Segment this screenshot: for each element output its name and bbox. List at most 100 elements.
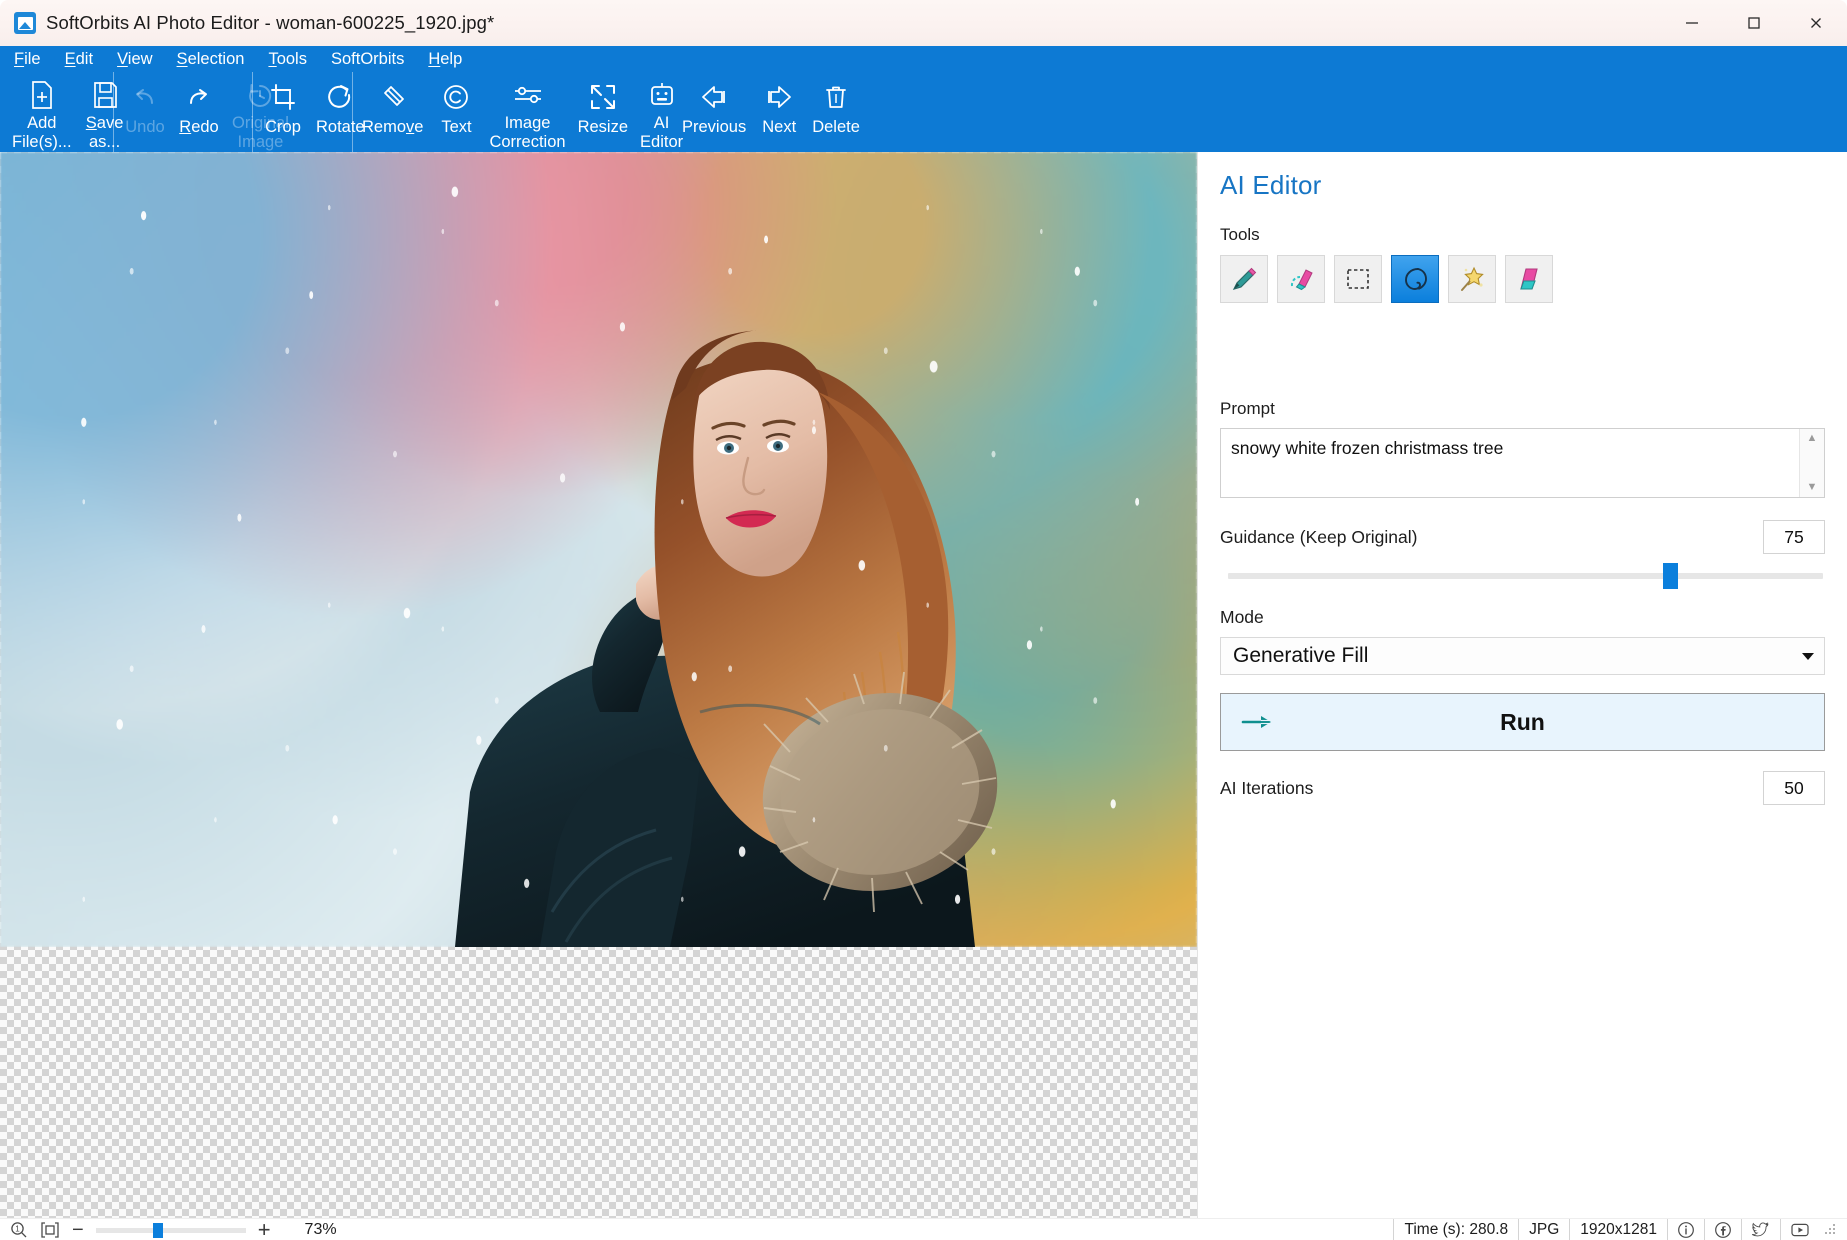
toolbar-add-files-label: Add File(s)... [12, 114, 72, 151]
window-title: SoftOrbits AI Photo Editor - woman-60022… [46, 12, 495, 33]
trash-icon [821, 80, 851, 114]
crop-icon [268, 80, 298, 114]
toolbar-resize-label: Resize [577, 118, 629, 136]
toolbar-undo-label: Undo [125, 118, 165, 136]
menu-selection[interactable]: Selection [177, 49, 245, 69]
guidance-label: Guidance (Keep Original) [1220, 526, 1418, 547]
prompt-label: Prompt [1220, 399, 1275, 418]
tools-label: Tools [1220, 225, 1260, 244]
scroll-down-icon[interactable]: ▼ [1807, 482, 1818, 493]
panel-title: AI Editor [1220, 170, 1322, 200]
rotate-icon [325, 80, 355, 114]
svg-text:1: 1 [15, 1224, 20, 1233]
title-bar: SoftOrbits AI Photo Editor - woman-60022… [0, 0, 1847, 46]
lasso-icon [1401, 264, 1429, 294]
resize-icon [588, 80, 618, 114]
resize-grip[interactable] [1825, 1223, 1837, 1236]
status-right-group: Time (s): 280.8 JPG 1920x1281 [1393, 1218, 1847, 1240]
zoom-slider-track[interactable] [95, 1227, 246, 1233]
facebook-icon[interactable] [1704, 1218, 1741, 1240]
zoom-slider-thumb[interactable] [153, 1222, 164, 1238]
menu-edit[interactable]: Edit [65, 49, 93, 69]
brush-icon [1229, 264, 1259, 294]
brush-tool-button[interactable] [1220, 255, 1268, 303]
tools-row [1220, 255, 1825, 303]
prompt-scrollbar[interactable]: ▲ ▼ [1799, 429, 1824, 497]
maximize-button[interactable] [1723, 0, 1785, 46]
toolbar-text-label: Text [441, 118, 472, 136]
run-button[interactable]: Run [1220, 693, 1825, 751]
toolbar-undo-button[interactable]: Undo [118, 72, 172, 152]
rectangle-select-tool-button[interactable] [1334, 255, 1382, 303]
toolbar-crop-label: Crop [265, 118, 301, 136]
guidance-slider-thumb[interactable] [1663, 563, 1678, 589]
robot-icon [647, 80, 677, 110]
guidance-slider[interactable] [1228, 563, 1823, 589]
prompt-text[interactable]: snowy white frozen christmass tree [1221, 429, 1799, 497]
menu-tools[interactable]: Tools [268, 49, 307, 69]
fit-to-window-icon[interactable] [40, 1221, 60, 1239]
run-label: Run [1500, 708, 1545, 735]
toolbar-redo-button[interactable]: Redo [172, 72, 226, 152]
ai-editor-panel: AI Editor Tools Prompt snowy white froze… [1197, 152, 1847, 1218]
menu-file[interactable]: File [14, 49, 41, 69]
application-window: SoftOrbits AI Photo Editor - woman-60022… [0, 0, 1847, 1240]
window-controls [1661, 0, 1847, 46]
redo-icon [184, 80, 214, 114]
iterations-label: AI Iterations [1220, 777, 1314, 798]
eraser-color-icon [1286, 264, 1316, 294]
zoom-1-to-1-icon[interactable]: 1 [10, 1221, 28, 1239]
fill-icon [1514, 264, 1544, 294]
toolbar-previous-button[interactable]: Previous [676, 72, 752, 152]
twitter-icon[interactable] [1741, 1218, 1780, 1240]
toolbar-next-button[interactable]: Next [752, 72, 806, 152]
menu-bar: File Edit View Selection Tools SoftOrbit… [0, 46, 1847, 72]
toolbar-delete-button[interactable]: Delete [806, 72, 866, 152]
snow-overlay-secondary [0, 152, 1197, 947]
toolbar-image-correction-button[interactable]: Image Correction [483, 72, 571, 152]
minimize-button[interactable] [1661, 0, 1723, 46]
toolbar-text-button[interactable]: Text [429, 72, 483, 152]
zoom-out-button[interactable]: − [72, 1220, 84, 1240]
rect-select-icon [1344, 265, 1372, 293]
fill-tool-button[interactable] [1505, 255, 1553, 303]
info-icon[interactable] [1667, 1218, 1704, 1240]
scroll-up-icon[interactable]: ▲ [1807, 433, 1818, 444]
guidance-slider-track[interactable] [1228, 573, 1823, 579]
save-icon [91, 80, 119, 110]
menu-view[interactable]: View [117, 49, 152, 69]
status-left-group: 1 − + 73% [0, 1218, 337, 1240]
iterations-value-input[interactable]: 50 [1763, 771, 1825, 805]
toolbar-remove-label: Remove [362, 118, 424, 136]
copyright-icon [441, 80, 471, 114]
toolbar-delete-label: Delete [812, 118, 860, 136]
mode-dropdown[interactable]: Generative Fill [1220, 637, 1825, 675]
magic-wand-icon [1457, 264, 1487, 294]
lasso-select-tool-button[interactable] [1391, 255, 1439, 303]
eraser-icon [378, 80, 408, 114]
prompt-field[interactable]: snowy white frozen christmass tree ▲ ▼ [1220, 428, 1825, 498]
zoom-in-button[interactable]: + [258, 1218, 271, 1240]
youtube-icon[interactable] [1780, 1218, 1819, 1240]
zoom-slider[interactable] [95, 1222, 246, 1238]
toolbar-previous-label: Previous [682, 118, 747, 136]
guidance-value-input[interactable]: 75 [1763, 520, 1825, 554]
menu-softorbits[interactable]: SoftOrbits [331, 49, 404, 69]
chevron-down-icon [1802, 652, 1814, 660]
toolbar-crop-button[interactable]: Crop [256, 72, 310, 152]
mode-label: Mode [1220, 607, 1264, 627]
arrow-left-icon [698, 80, 730, 114]
toolbar-remove-button[interactable]: Remove [356, 72, 429, 152]
time-label: Time (s): 280.8 [1393, 1218, 1518, 1240]
image-canvas-area[interactable] [0, 152, 1197, 1218]
menu-help[interactable]: Help [428, 49, 462, 69]
mode-value: Generative Fill [1233, 644, 1369, 667]
toolbar-image-correction-label: Image Correction [489, 114, 566, 151]
close-button[interactable] [1785, 0, 1847, 46]
arrow-right-icon [763, 80, 795, 114]
toolbar-redo-label: Redo [179, 118, 219, 136]
toolbar-resize-button[interactable]: Resize [572, 72, 634, 152]
toolbar-add-files-button[interactable]: Add File(s)... [6, 72, 78, 152]
eraser-tool-button[interactable] [1277, 255, 1325, 303]
magic-wand-tool-button[interactable] [1448, 255, 1496, 303]
